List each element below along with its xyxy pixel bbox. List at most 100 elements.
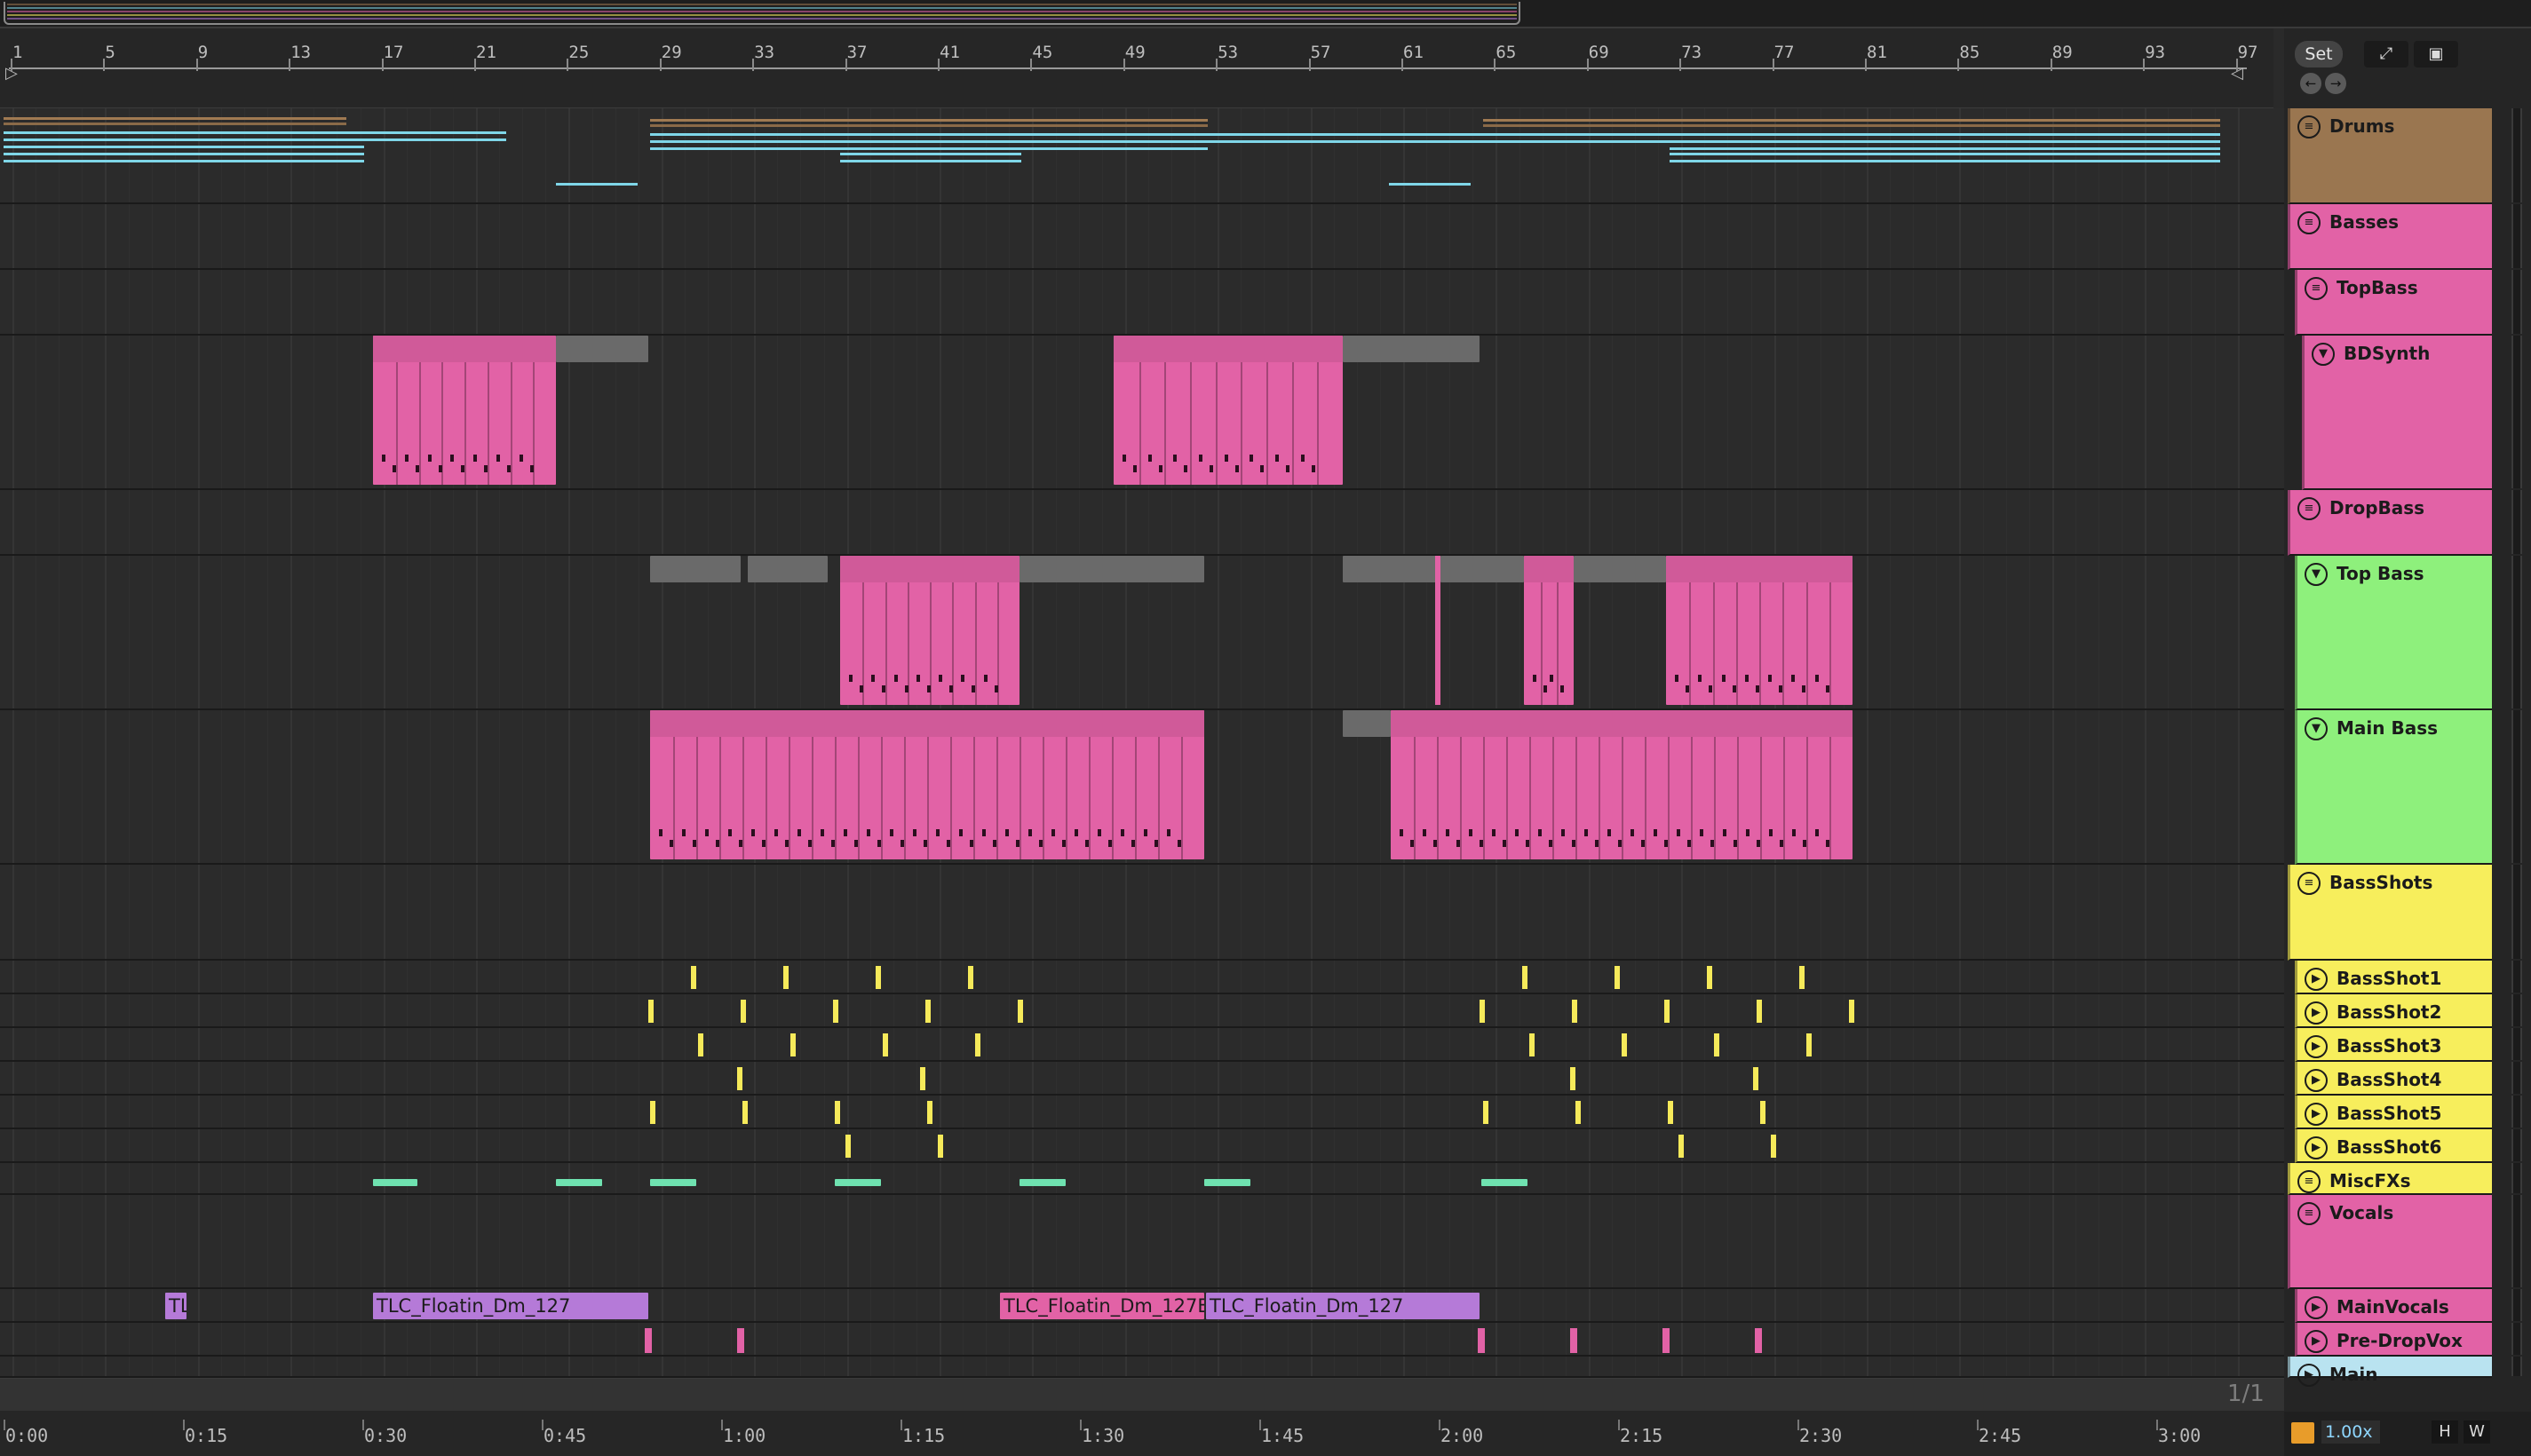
audio-clip[interactable]: TLC_Floatin_Dm_127BP (1000, 1293, 1204, 1319)
fx-clip[interactable] (835, 1179, 881, 1186)
audio-clip[interactable] (975, 1033, 980, 1056)
inactive-clip[interactable] (748, 556, 828, 582)
audio-clip[interactable] (790, 1033, 796, 1056)
drum-clip-strip[interactable] (1670, 153, 2220, 155)
clip-header[interactable] (1343, 710, 1391, 737)
clip-header[interactable] (373, 336, 556, 362)
inactive-clip[interactable] (650, 556, 741, 582)
audio-clip[interactable] (1478, 1328, 1485, 1353)
midi-clip[interactable] (373, 336, 556, 485)
clip-header[interactable] (1020, 556, 1204, 582)
arrow-left-icon[interactable]: ← (2300, 73, 2321, 94)
drum-clip-strip[interactable] (1670, 160, 2220, 162)
track-lane[interactable] (0, 1062, 2284, 1096)
clip-header[interactable] (1343, 556, 1437, 582)
midi-clip[interactable] (650, 710, 1204, 859)
track-play-icon[interactable]: ▼ (2305, 717, 2328, 740)
audio-clip[interactable] (1483, 1101, 1488, 1124)
cpu-meter-icon[interactable] (2291, 1422, 2314, 1444)
audio-clip[interactable] (938, 1135, 943, 1158)
audio-clip[interactable] (1664, 1000, 1670, 1023)
fx-clip[interactable] (1204, 1179, 1250, 1186)
audio-clip[interactable] (691, 966, 696, 989)
track-header[interactable]: ▶ Main (2288, 1357, 2522, 1387)
track-header[interactable]: ≡ Vocals (2288, 1195, 2522, 1289)
loop-brace[interactable] (9, 67, 2247, 78)
drum-clip-strip[interactable] (1483, 140, 2220, 143)
track-play-icon[interactable]: ▼ (2312, 343, 2335, 366)
track-lane[interactable] (0, 994, 2284, 1028)
drum-clip-strip[interactable] (650, 147, 1208, 150)
audio-clip[interactable] (645, 1328, 652, 1353)
audio-clip[interactable]: TL (165, 1293, 186, 1319)
height-toggle-button[interactable]: H (2432, 1420, 2458, 1444)
audio-clip[interactable] (1522, 966, 1527, 989)
drum-clip-strip[interactable] (556, 183, 638, 186)
audio-clip[interactable] (741, 1000, 746, 1023)
group-fold-icon[interactable]: ≡ (2297, 211, 2321, 234)
track-play-icon[interactable]: ▶ (2305, 1069, 2328, 1092)
audio-clip[interactable] (1529, 1033, 1535, 1056)
clip-header[interactable] (650, 710, 1204, 737)
audio-clip[interactable] (835, 1101, 840, 1124)
track-header[interactable]: ▶ BassShot1 (2295, 961, 2522, 994)
clip-header[interactable] (1666, 556, 1853, 582)
audio-clip[interactable] (968, 966, 973, 989)
group-fold-icon[interactable]: ≡ (2297, 115, 2321, 138)
inactive-clip[interactable] (1343, 710, 1391, 737)
drum-clip-strip[interactable] (840, 160, 1021, 162)
midi-clip[interactable] (1435, 556, 1440, 705)
clip-header[interactable] (650, 556, 741, 582)
inactive-clip[interactable] (1440, 556, 1524, 582)
track-lane[interactable] (0, 1096, 2284, 1129)
audio-clip[interactable] (650, 1101, 655, 1124)
drum-clip-strip[interactable] (840, 153, 1021, 155)
track-lane[interactable] (0, 961, 2284, 994)
audio-clip[interactable] (1757, 1000, 1762, 1023)
arrangement-view[interactable]: TL TLC_Floatin_Dm_127 TLC_Floatin_Dm_127BP… (0, 108, 2284, 1378)
track-play-icon[interactable]: ▶ (2305, 1330, 2328, 1353)
track-play-icon[interactable]: ▶ (2305, 1001, 2328, 1025)
track-lane[interactable] (0, 1028, 2284, 1062)
drum-clip-strip[interactable] (4, 146, 364, 148)
midi-clip[interactable] (1391, 710, 1853, 859)
clip-header[interactable] (1440, 556, 1524, 582)
audio-clip[interactable] (876, 966, 881, 989)
group-fold-icon[interactable]: ≡ (2305, 277, 2328, 300)
audio-clip[interactable] (1714, 1033, 1719, 1056)
audio-clip[interactable] (927, 1101, 932, 1124)
fx-clip[interactable] (556, 1179, 602, 1186)
lock-icon[interactable]: ▣ (2414, 41, 2458, 67)
drum-clip-strip[interactable] (4, 138, 506, 141)
drum-clip-strip[interactable] (4, 160, 364, 162)
audio-clip[interactable] (1771, 1135, 1776, 1158)
track-lane[interactable] (0, 270, 2284, 336)
drum-clip-strip[interactable] (1483, 124, 2220, 127)
track-header[interactable]: ▶ Pre-DropVox (2295, 1323, 2522, 1357)
track-header[interactable]: ▼ Top Bass (2295, 556, 2522, 710)
audio-clip[interactable] (1678, 1135, 1684, 1158)
audio-clip[interactable] (1622, 1033, 1627, 1056)
drum-clip-strip[interactable] (4, 123, 346, 125)
drum-clip-strip[interactable] (650, 133, 1483, 136)
audio-clip[interactable] (1570, 1328, 1577, 1353)
audio-clip[interactable] (742, 1101, 748, 1124)
drum-clip-strip[interactable] (4, 117, 346, 120)
audio-clip[interactable] (783, 966, 789, 989)
drum-clip-strip[interactable] (1670, 147, 2220, 150)
audio-clip[interactable] (1668, 1101, 1673, 1124)
track-header[interactable]: ▼ Main Bass (2295, 710, 2522, 865)
track-lane[interactable] (0, 865, 2284, 961)
audio-clip[interactable] (1806, 1033, 1812, 1056)
audio-clip[interactable] (737, 1067, 742, 1090)
track-play-icon[interactable]: ▼ (2305, 563, 2328, 586)
audio-clip[interactable] (883, 1033, 888, 1056)
fx-clip[interactable] (1481, 1179, 1527, 1186)
track-header[interactable]: ▶ BassShot2 (2295, 994, 2522, 1028)
clip-header[interactable] (1391, 710, 1853, 737)
set-button[interactable]: Set (2295, 41, 2343, 67)
track-header[interactable]: ▶ BassShot6 (2295, 1129, 2522, 1163)
track-header[interactable]: ▶ BassShot4 (2295, 1062, 2522, 1096)
arrangement-overview[interactable] (0, 0, 2531, 28)
group-fold-icon[interactable]: ≡ (2297, 1202, 2321, 1225)
